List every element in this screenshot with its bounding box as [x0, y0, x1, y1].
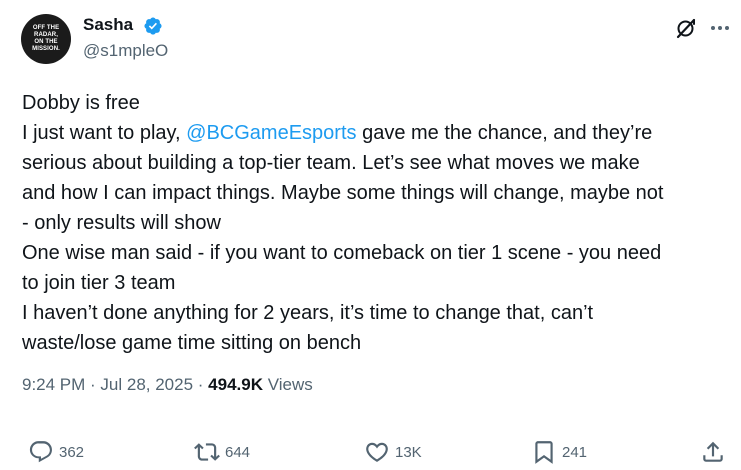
meta-separator: ·: [193, 375, 209, 394]
handle[interactable]: @s1mpleO: [83, 41, 168, 61]
avatar-text-line2: ON THE MISSION.: [32, 39, 60, 52]
action-bar: 362 644 13K 241: [0, 437, 741, 467]
bookmark-button[interactable]: 241: [531, 437, 587, 467]
avatar-text-line1: OFF THE RADAR,: [32, 25, 60, 38]
tweet-line-pre: I just want to play,: [22, 122, 187, 144]
tweet-text: Dobby is free I just want to play, @BCGa…: [22, 88, 722, 358]
like-button[interactable]: 13K: [364, 437, 422, 467]
like-icon: [366, 442, 388, 462]
more-icon[interactable]: [708, 16, 732, 40]
tweet-line: - only results will show: [22, 212, 221, 234]
post-time[interactable]: 9:24 PM: [22, 375, 85, 394]
tweet-meta: 9:24 PM · Jul 28, 2025 · 494.9K Views: [22, 375, 313, 395]
reply-button[interactable]: 362: [28, 437, 84, 467]
post-date[interactable]: Jul 28, 2025: [100, 375, 193, 394]
like-count: 13K: [395, 443, 422, 461]
meta-separator: ·: [85, 375, 101, 394]
display-name[interactable]: Sasha: [83, 15, 133, 35]
share-icon: [703, 441, 723, 462]
verified-badge-icon[interactable]: [143, 16, 163, 36]
views-count: 494.9K: [208, 375, 263, 394]
tweet-line: I just want to play, @BCGameEsports gave…: [22, 118, 722, 148]
reply-icon: [29, 441, 52, 463]
mention-link[interactable]: @BCGameEsports: [186, 122, 356, 144]
repost-button[interactable]: 644: [194, 437, 250, 467]
bookmark-icon: [535, 441, 553, 464]
avatar[interactable]: OFF THE RADAR, ON THE MISSION.: [21, 14, 71, 64]
tweet-line: serious about building a top-tier team. …: [22, 152, 640, 174]
tweet-line: I haven’t done anything for 2 years, it’…: [22, 302, 594, 324]
bookmark-count: 241: [562, 443, 588, 461]
tweet: OFF THE RADAR, ON THE MISSION. Sasha @s1…: [0, 0, 741, 470]
tweet-line: One wise man said - if you want to comeb…: [22, 242, 662, 264]
tweet-line: Dobby is free: [22, 92, 140, 114]
tweet-line-post: gave me the chance, and they’re: [356, 122, 653, 144]
tweet-line: to join tier 3 team: [22, 272, 176, 294]
tweet-line: and how I can impact things. Maybe some …: [22, 182, 664, 204]
tweet-line: waste/lose game time sitting on bench: [22, 332, 362, 354]
views-label: Views: [263, 375, 313, 394]
repost-icon: [194, 443, 220, 461]
grok-icon[interactable]: [674, 16, 698, 40]
reply-count: 362: [59, 443, 85, 461]
share-button[interactable]: [700, 437, 726, 467]
repost-count: 644: [225, 443, 251, 461]
